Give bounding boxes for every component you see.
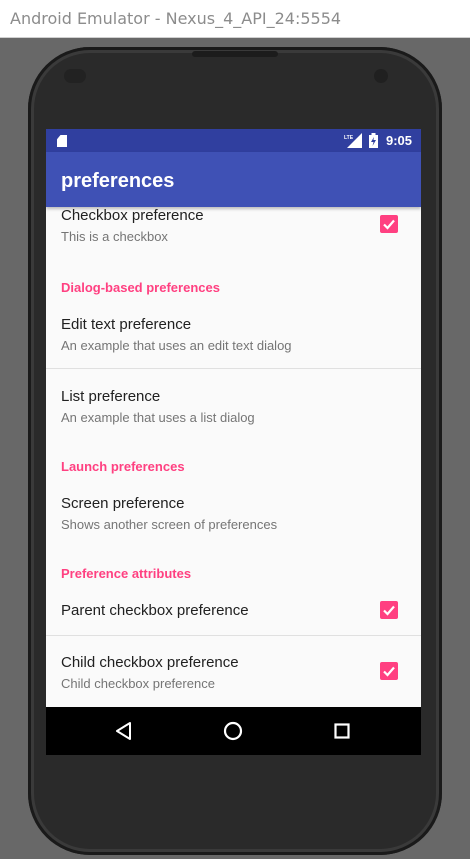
pref-summary: An example that uses a list dialog bbox=[61, 410, 255, 425]
signal-icon: LTE bbox=[344, 133, 362, 148]
pref-title: Checkbox preference bbox=[61, 207, 204, 224]
preference-list[interactable]: Checkbox preference This is a checkbox D… bbox=[46, 207, 421, 707]
battery-icon bbox=[369, 133, 378, 148]
status-bar: LTE 9:05 bbox=[46, 129, 421, 152]
app-title: preferences bbox=[61, 170, 175, 192]
pref-summary: This is a checkbox bbox=[61, 229, 168, 244]
proximity-sensor bbox=[64, 69, 86, 83]
pref-title: Parent checkbox preference bbox=[61, 602, 249, 619]
back-icon[interactable] bbox=[110, 717, 138, 745]
home-icon[interactable] bbox=[219, 717, 247, 745]
emulator-titlebar[interactable]: Android Emulator - Nexus_4_API_24:5554 bbox=[0, 0, 470, 38]
category-launch: Launch preferences bbox=[61, 459, 185, 474]
pref-title: Screen preference bbox=[61, 495, 185, 512]
category-dialog: Dialog-based preferences bbox=[61, 280, 220, 295]
pref-title: Child checkbox preference bbox=[61, 654, 239, 671]
pref-summary: An example that uses an edit text dialog bbox=[61, 338, 292, 353]
pref-title: List preference bbox=[61, 388, 161, 405]
pref-edit-text[interactable]: Edit text preference An example that use… bbox=[46, 302, 421, 368]
pref-summary: Shows another screen of preferences bbox=[61, 517, 278, 532]
pref-list[interactable]: List preference An example that uses a l… bbox=[46, 369, 421, 441]
navigation-bar bbox=[46, 707, 421, 755]
pref-screen[interactable]: Screen preference Shows another screen o… bbox=[46, 481, 421, 551]
pref-title: Edit text preference bbox=[61, 316, 192, 333]
checkbox-checked[interactable] bbox=[380, 215, 398, 233]
window-title: Android Emulator - Nexus_4_API_24:5554 bbox=[10, 9, 342, 28]
device-screen: LTE 9:05 preferences Checkbox preference… bbox=[46, 129, 421, 755]
pref-summary: Child checkbox preference bbox=[61, 676, 215, 691]
category-attributes: Preference attributes bbox=[61, 566, 192, 581]
pref-child-checkbox[interactable]: Child checkbox preference Child checkbox… bbox=[46, 636, 421, 707]
pref-checkbox[interactable]: Checkbox preference This is a checkbox bbox=[46, 207, 421, 254]
pref-parent-checkbox[interactable]: Parent checkbox preference bbox=[46, 588, 421, 634]
app-bar: preferences bbox=[46, 152, 421, 207]
clock: 9:05 bbox=[386, 133, 413, 148]
check-icon bbox=[383, 219, 395, 230]
recents-icon[interactable] bbox=[328, 717, 356, 745]
checkbox-checked[interactable] bbox=[380, 662, 398, 680]
svg-text:LTE: LTE bbox=[344, 135, 354, 141]
sd-card-icon bbox=[57, 135, 67, 147]
speaker-grille bbox=[192, 51, 278, 57]
checkbox-checked[interactable] bbox=[380, 601, 398, 619]
check-icon bbox=[383, 605, 395, 616]
check-icon bbox=[383, 666, 395, 677]
front-camera bbox=[374, 69, 388, 83]
